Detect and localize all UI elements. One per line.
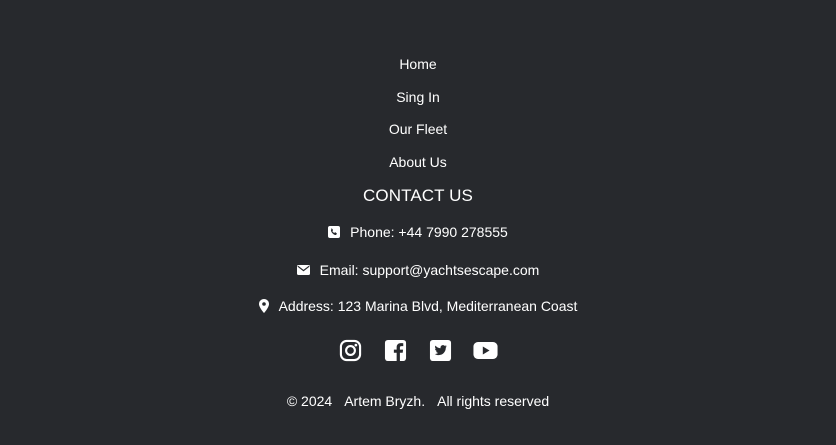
contact-phone: Phone: +44 7990 278555 <box>0 223 836 241</box>
address-text: Address: 123 Marina Blvd, Mediterranean … <box>278 298 578 314</box>
youtube-icon[interactable] <box>473 338 498 363</box>
copyright-rights: All rights reserved <box>437 393 550 409</box>
contact-title: CONTACT US <box>363 186 473 205</box>
site-footer: Home Sing In Our Fleet About Us CONTACT … <box>0 0 836 445</box>
nav-link-about-us[interactable]: About Us <box>0 153 836 171</box>
nav-link-home[interactable]: Home <box>0 55 836 73</box>
phone-icon <box>328 226 341 238</box>
phone-text: Phone: +44 7990 278555 <box>350 224 508 240</box>
email-text: Email: support@yachtsescape.com <box>319 262 540 278</box>
nav-link-sign-in[interactable]: Sing In <box>0 88 836 106</box>
nav-link-our-fleet[interactable]: Our Fleet <box>0 120 836 138</box>
social-links <box>0 338 836 363</box>
copyright-year: © 2024 <box>286 393 333 409</box>
contact-email: Email: support@yachtsescape.com <box>0 261 836 279</box>
twitter-icon[interactable] <box>428 338 453 363</box>
copyright-author: Artem Bryzh. <box>344 393 426 409</box>
map-pin-icon <box>258 299 269 313</box>
copyright: © 2024 Artem Bryzh. All rights reserved <box>0 392 836 410</box>
facebook-icon[interactable] <box>383 338 408 363</box>
contact-address: Address: 123 Marina Blvd, Mediterranean … <box>0 297 836 315</box>
instagram-icon[interactable] <box>338 338 363 363</box>
envelope-icon <box>296 265 310 275</box>
